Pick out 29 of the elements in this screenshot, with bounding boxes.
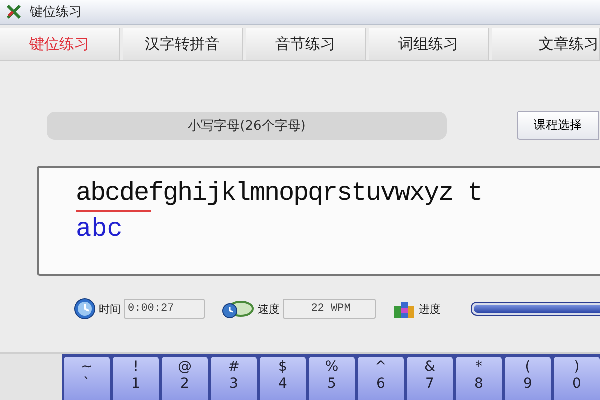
keyboard-key[interactable]: % 5 — [309, 357, 355, 400]
tab[interactable]: 音节练习 — [246, 28, 366, 60]
lesson-select-button[interactable]: 课程选择 — [517, 111, 599, 140]
time-field: 0:00:27 — [124, 299, 205, 319]
stat-label: 时间 — [99, 302, 121, 316]
keyboard-key[interactable]: $ 4 — [260, 357, 306, 400]
target-text: abcdefghijklmnopqrstuvwxyz t — [76, 177, 484, 210]
clock-icon — [74, 298, 96, 320]
keyboard-key[interactable]: @ 2 — [162, 357, 208, 400]
stat-label: 进度 — [419, 302, 441, 316]
tab[interactable]: 文章练习 — [492, 28, 600, 60]
tab[interactable]: 汉字转拼音 — [123, 28, 243, 60]
keyboard-key[interactable]: * 8 — [456, 357, 502, 400]
lesson-title-bar: 小写字母(26个字母) — [47, 112, 447, 140]
keyboard-key[interactable]: & 7 — [407, 357, 453, 400]
keyboard-key[interactable]: ^ 6 — [358, 357, 404, 400]
tab[interactable]: 词组练习 — [369, 28, 489, 60]
speed-field: 22 WPM — [283, 299, 376, 319]
crossed-keys-icon — [6, 4, 22, 20]
keyboard-key[interactable]: ! 1 — [113, 357, 159, 400]
mouse-clock-icon — [221, 298, 255, 320]
stat-label: 速度 — [258, 302, 280, 316]
keyboard-key[interactable]: ) 0 — [554, 357, 600, 400]
keyboard-key[interactable]: # 3 — [211, 357, 257, 400]
keyboard-key[interactable]: ~ ` — [64, 357, 110, 400]
keyboard-key[interactable]: ( 9 — [505, 357, 551, 400]
window-title: 键位练习 — [30, 4, 82, 21]
typed-text: abc — [76, 213, 123, 246]
tab[interactable]: 键位练习 — [0, 28, 120, 60]
